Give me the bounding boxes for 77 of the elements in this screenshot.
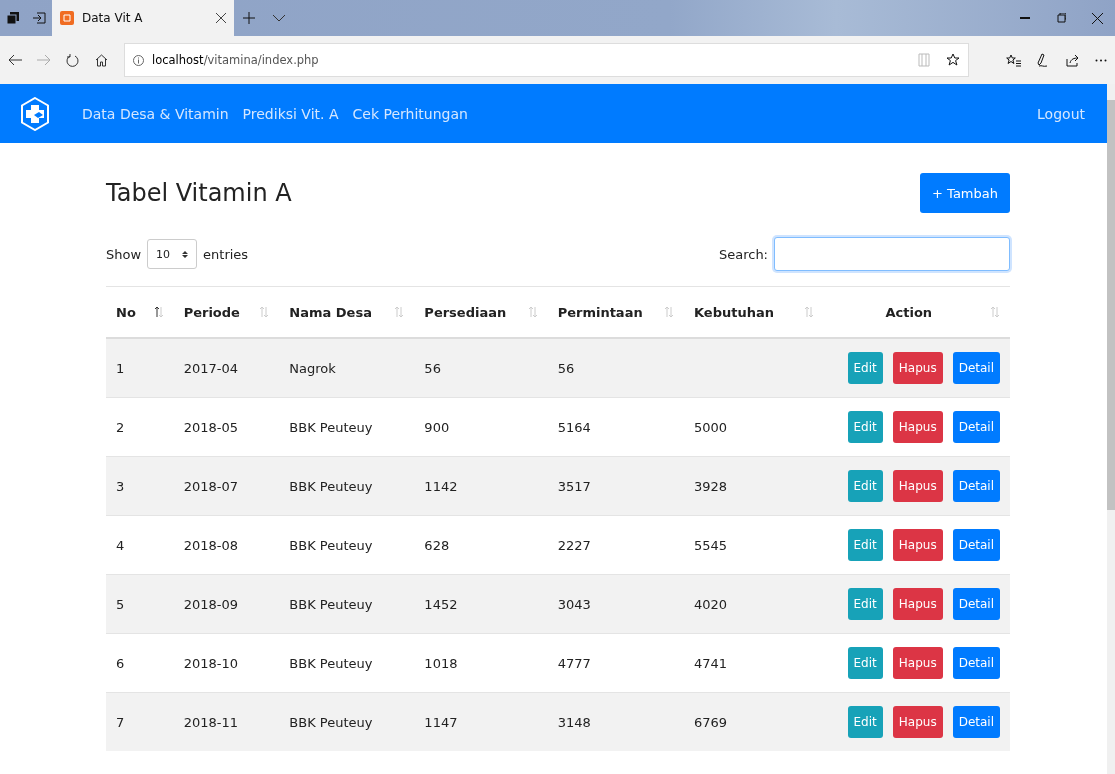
more-icon[interactable] (1094, 58, 1107, 62)
table-cell: 3148 (547, 692, 684, 751)
table-cell: 3517 (547, 456, 684, 516)
address-bar[interactable]: localhost/vitamina/index.php (124, 43, 969, 77)
page-title: Tabel Vitamin A (106, 179, 292, 207)
search-label: Search: (718, 246, 768, 262)
restore-icon[interactable] (1056, 13, 1066, 23)
chevron-down-icon[interactable] (273, 14, 285, 22)
refresh-icon[interactable] (66, 53, 79, 67)
table-cell: 4020 (684, 574, 824, 634)
detail-button[interactable]: Detail (952, 647, 1000, 679)
scrollbar-thumb[interactable] (1107, 100, 1115, 510)
detail-button[interactable]: Detail (952, 411, 1000, 443)
table-cell: 3 (106, 456, 174, 516)
nav-link[interactable]: Data Desa & Vitamin (82, 105, 229, 122)
edit-button[interactable]: Edit (847, 352, 883, 384)
info-icon (133, 54, 144, 66)
table-cell: 1147 (414, 692, 548, 751)
add-button[interactable]: + Tambah (920, 173, 1010, 213)
favorites-icon[interactable] (1006, 53, 1021, 67)
logout-link[interactable]: Logout (1037, 105, 1085, 122)
close-icon[interactable] (1091, 12, 1103, 24)
delete-button[interactable]: Hapus (892, 411, 943, 443)
table-cell: 1452 (414, 574, 548, 634)
table-cell: 2017-04 (173, 338, 280, 398)
table-cell: BBK Peuteuy (279, 574, 415, 634)
table-cell: 3043 (547, 574, 684, 634)
tabs-icon[interactable] (7, 12, 19, 24)
set-aside-icon[interactable] (32, 12, 46, 24)
delete-button[interactable]: Hapus (892, 647, 943, 679)
pen-icon[interactable] (1036, 53, 1049, 67)
back-icon[interactable] (7, 54, 22, 66)
table-cell: 1 (106, 338, 174, 398)
nav-link[interactable]: Prediksi Vit. A (242, 105, 339, 122)
table-cell: 2018-11 (173, 692, 280, 751)
table-cell: 2018-09 (173, 574, 280, 634)
cross-logo-icon[interactable] (20, 96, 50, 131)
nav-link[interactable]: Cek Perhitungan (352, 105, 468, 122)
app-icon (60, 11, 74, 25)
table-cell: 56 (547, 338, 684, 398)
stepper-icon (182, 249, 189, 259)
share-icon[interactable] (1064, 53, 1079, 67)
table-cell: 7 (106, 692, 174, 751)
entries-label: entries (203, 246, 249, 262)
edit-button[interactable]: Edit (847, 470, 883, 502)
delete-button[interactable]: Hapus (892, 470, 943, 502)
delete-button[interactable]: Hapus (892, 588, 943, 620)
delete-button[interactable]: Hapus (892, 529, 943, 561)
browser-tab[interactable]: Data Vit A (52, 0, 234, 36)
detail-button[interactable]: Detail (952, 706, 1000, 738)
close-icon[interactable] (216, 13, 226, 23)
table-cell: 3928 (684, 456, 824, 516)
table-cell: 2018-07 (173, 456, 280, 516)
show-label: Show (106, 246, 142, 262)
new-tab-icon[interactable] (243, 12, 255, 24)
table-cell: 1142 (414, 456, 548, 516)
delete-button[interactable]: Hapus (892, 706, 943, 738)
table-cell: 6769 (684, 692, 824, 751)
edit-button[interactable]: Edit (847, 588, 883, 620)
table-cell: Nagrok (279, 338, 415, 398)
table-cell: BBK Peuteuy (279, 456, 415, 516)
detail-button[interactable]: Detail (952, 352, 1000, 384)
table-cell: 5 (106, 574, 174, 634)
star-icon[interactable] (946, 53, 960, 67)
edit-button[interactable]: Edit (847, 647, 883, 679)
detail-button[interactable]: Detail (952, 588, 1000, 620)
edit-button[interactable]: Edit (847, 529, 883, 561)
edit-button[interactable]: Edit (847, 706, 883, 738)
detail-button[interactable]: Detail (952, 529, 1000, 561)
detail-button[interactable]: Detail (952, 470, 1000, 502)
entries-select[interactable]: 10 (147, 239, 198, 269)
edit-button[interactable]: Edit (847, 411, 883, 443)
home-icon[interactable] (95, 53, 108, 67)
table-cell: 56 (414, 338, 548, 398)
search-field[interactable] (774, 237, 1010, 271)
delete-button[interactable]: Hapus (892, 352, 943, 384)
table-cell: BBK Peuteuy (279, 692, 415, 751)
